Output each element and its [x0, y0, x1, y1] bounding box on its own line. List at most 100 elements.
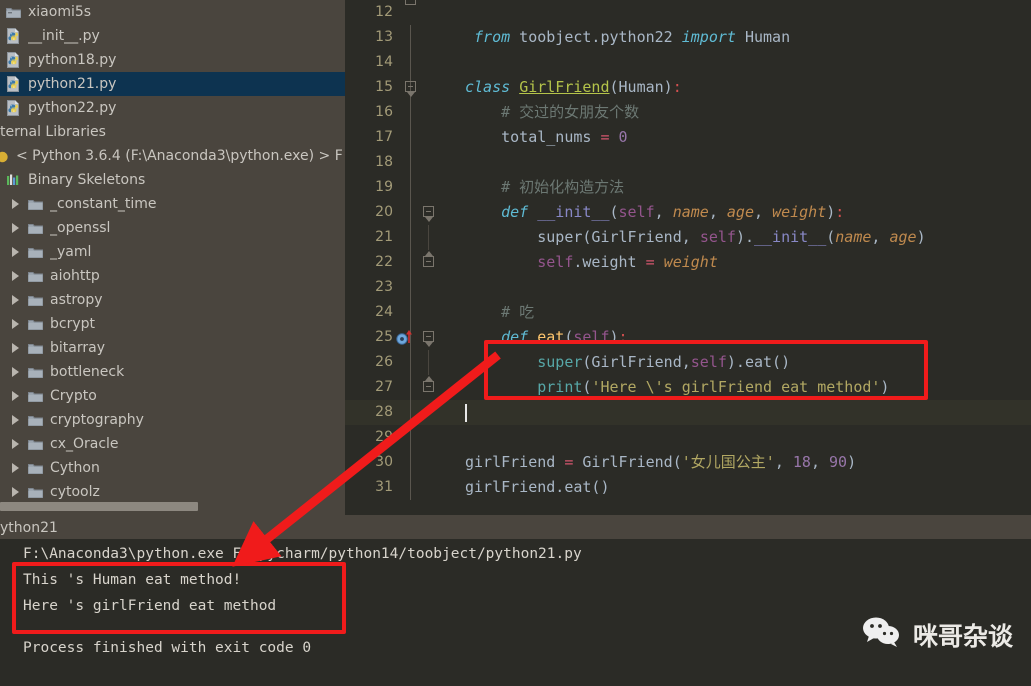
tree-item-openssl[interactable]: _openssl: [0, 216, 345, 240]
code-line[interactable]: 16 # 交过的女朋友个数: [345, 100, 1031, 125]
fold-gutter[interactable]: [399, 425, 457, 450]
tree-item-bottleneck[interactable]: bottleneck: [0, 360, 345, 384]
fold-gutter[interactable]: [399, 225, 457, 250]
run-tab-python21[interactable]: ython21: [0, 518, 58, 539]
code-text[interactable]: girlFriend = GirlFriend('女儿国公主', 18, 90): [457, 450, 1031, 475]
code-text[interactable]: total_nums = 0: [457, 125, 1031, 150]
fold-gutter[interactable]: [399, 375, 457, 400]
code-line[interactable]: 22 self.weight = weight: [345, 250, 1031, 275]
tree-item-python-3-6-4-f-anaconda3-python-exe-f[interactable]: < Python 3.6.4 (F:\Anaconda3\python.exe)…: [0, 144, 345, 168]
tree-item-python22-py[interactable]: python22.py: [0, 96, 345, 120]
tree-item-bitarray[interactable]: bitarray: [0, 336, 345, 360]
expand-arrow-icon[interactable]: [10, 486, 22, 498]
code-line[interactable]: 23: [345, 275, 1031, 300]
code-line[interactable]: 25 def eat(self):: [345, 325, 1031, 350]
project-tree-panel[interactable]: xiaomi5s __init__.py python18.py python21.p…: [0, 0, 345, 515]
run-tab-bar[interactable]: ython21: [0, 515, 1031, 539]
code-line[interactable]: 12: [345, 0, 1031, 25]
expand-arrow-icon[interactable]: [10, 198, 22, 210]
code-line[interactable]: 24 # 吃: [345, 300, 1031, 325]
code-line[interactable]: 13 from toobject.python22 import Human: [345, 25, 1031, 50]
project-tree[interactable]: xiaomi5s __init__.py python18.py python21.p…: [0, 0, 345, 504]
console-output[interactable]: F:\Anaconda3\python.exe F:/pycharm/pytho…: [10, 541, 1031, 686]
fold-gutter[interactable]: [399, 125, 457, 150]
tree-item-python21-py[interactable]: python21.py: [0, 72, 345, 96]
code-line[interactable]: 27 print('Here \'s girlFriend eat method…: [345, 375, 1031, 400]
code-text[interactable]: print('Here \'s girlFriend eat method'): [457, 375, 1031, 400]
tree-item-bcrypt[interactable]: bcrypt: [0, 312, 345, 336]
expand-arrow-icon[interactable]: [10, 318, 22, 330]
expand-arrow-icon[interactable]: [10, 246, 22, 258]
expand-arrow-icon[interactable]: [10, 462, 22, 474]
fold-gutter[interactable]: [399, 450, 457, 475]
code-text[interactable]: # 交过的女朋友个数: [457, 100, 1031, 125]
wechat-icon: [861, 616, 903, 654]
expand-arrow-icon[interactable]: [10, 342, 22, 354]
fold-gutter[interactable]: [399, 275, 457, 300]
fold-gutter[interactable]: [399, 400, 457, 425]
fold-gutter[interactable]: [399, 50, 457, 75]
fold-gutter[interactable]: [399, 100, 457, 125]
code-line[interactable]: 26 super(GirlFriend,self).eat(): [345, 350, 1031, 375]
tree-item-python18-py[interactable]: python18.py: [0, 48, 345, 72]
tree-item-xiaomi5s[interactable]: xiaomi5s: [0, 0, 345, 24]
tree-item-cytoolz[interactable]: cytoolz: [0, 480, 345, 504]
expand-arrow-icon[interactable]: [10, 390, 22, 402]
sidebar-horizontal-scrollbar[interactable]: [0, 502, 198, 511]
line-number: 21: [375, 229, 393, 245]
fold-gutter[interactable]: [399, 350, 457, 375]
fold-gutter[interactable]: [399, 150, 457, 175]
code-text[interactable]: self.weight = weight: [457, 250, 1031, 275]
fold-gutter[interactable]: [399, 25, 457, 50]
code-line[interactable]: 15 class GirlFriend(Human):: [345, 75, 1031, 100]
expand-arrow-icon[interactable]: [10, 438, 22, 450]
code-line[interactable]: 14: [345, 50, 1031, 75]
code-editor[interactable]: 12 13 from toobject.python22 import Human…: [345, 0, 1031, 515]
tree-item-yaml[interactable]: _yaml: [0, 240, 345, 264]
fold-gutter[interactable]: [396, 325, 457, 350]
expand-arrow-icon[interactable]: [10, 222, 22, 234]
run-tool-window[interactable]: ython21 F:\Anaconda3\python.exe F:/pycha…: [0, 515, 1031, 686]
expand-arrow-icon[interactable]: [10, 270, 22, 282]
fold-gutter[interactable]: [399, 300, 457, 325]
code-text[interactable]: girlFriend.eat(): [457, 475, 1031, 500]
code-line[interactable]: 18: [345, 150, 1031, 175]
tree-item-binary-skeletons[interactable]: Binary Skeletons: [0, 168, 345, 192]
code-line[interactable]: 21 super(GirlFriend, self).__init__(name…: [345, 225, 1031, 250]
fold-gutter[interactable]: [399, 200, 457, 225]
code-line[interactable]: 19 # 初始化构造方法: [345, 175, 1031, 200]
code-text[interactable]: def eat(self):: [457, 325, 1031, 350]
code-line[interactable]: 30 girlFriend = GirlFriend('女儿国公主', 18, 9…: [345, 450, 1031, 475]
code-text[interactable]: # 吃: [457, 300, 1031, 325]
tree-item-astropy[interactable]: astropy: [0, 288, 345, 312]
code-text[interactable]: class GirlFriend(Human):: [457, 75, 1031, 100]
code-line[interactable]: 17 total_nums = 0: [345, 125, 1031, 150]
fold-gutter[interactable]: [399, 75, 457, 100]
fold-gutter[interactable]: [399, 0, 457, 25]
code-line[interactable]: 20 def __init__(self, name, age, weight)…: [345, 200, 1031, 225]
code-lines[interactable]: 12 13 from toobject.python22 import Human…: [345, 0, 1031, 500]
code-line[interactable]: 29: [345, 425, 1031, 450]
expand-arrow-icon[interactable]: [10, 366, 22, 378]
fold-gutter[interactable]: [399, 250, 457, 275]
tree-item-cx-oracle[interactable]: cx_Oracle: [0, 432, 345, 456]
code-text[interactable]: super(GirlFriend,self).eat(): [457, 350, 1031, 375]
tree-item-crypto[interactable]: Crypto: [0, 384, 345, 408]
code-text[interactable]: super(GirlFriend, self).__init__(name, a…: [457, 225, 1031, 250]
tree-item-cryptography[interactable]: cryptography: [0, 408, 345, 432]
fold-gutter[interactable]: [399, 175, 457, 200]
code-text[interactable]: # 初始化构造方法: [457, 175, 1031, 200]
expand-arrow-icon[interactable]: [10, 294, 22, 306]
code-text[interactable]: def __init__(self, name, age, weight):: [457, 200, 1031, 225]
code-text[interactable]: from toobject.python22 import Human: [457, 25, 1031, 50]
fold-gutter[interactable]: [399, 475, 457, 500]
code-line[interactable]: 31 girlFriend.eat(): [345, 475, 1031, 500]
tree-item-constant-time[interactable]: _constant_time: [0, 192, 345, 216]
tree-item-aiohttp[interactable]: aiohttp: [0, 264, 345, 288]
tree-item-ternal-libraries[interactable]: ternal Libraries: [0, 120, 345, 144]
code-text[interactable]: [457, 400, 1031, 425]
tree-item-init-py[interactable]: __init__.py: [0, 24, 345, 48]
expand-arrow-icon[interactable]: [10, 414, 22, 426]
tree-item-cython[interactable]: Cython: [0, 456, 345, 480]
code-line[interactable]: 28: [345, 400, 1031, 425]
